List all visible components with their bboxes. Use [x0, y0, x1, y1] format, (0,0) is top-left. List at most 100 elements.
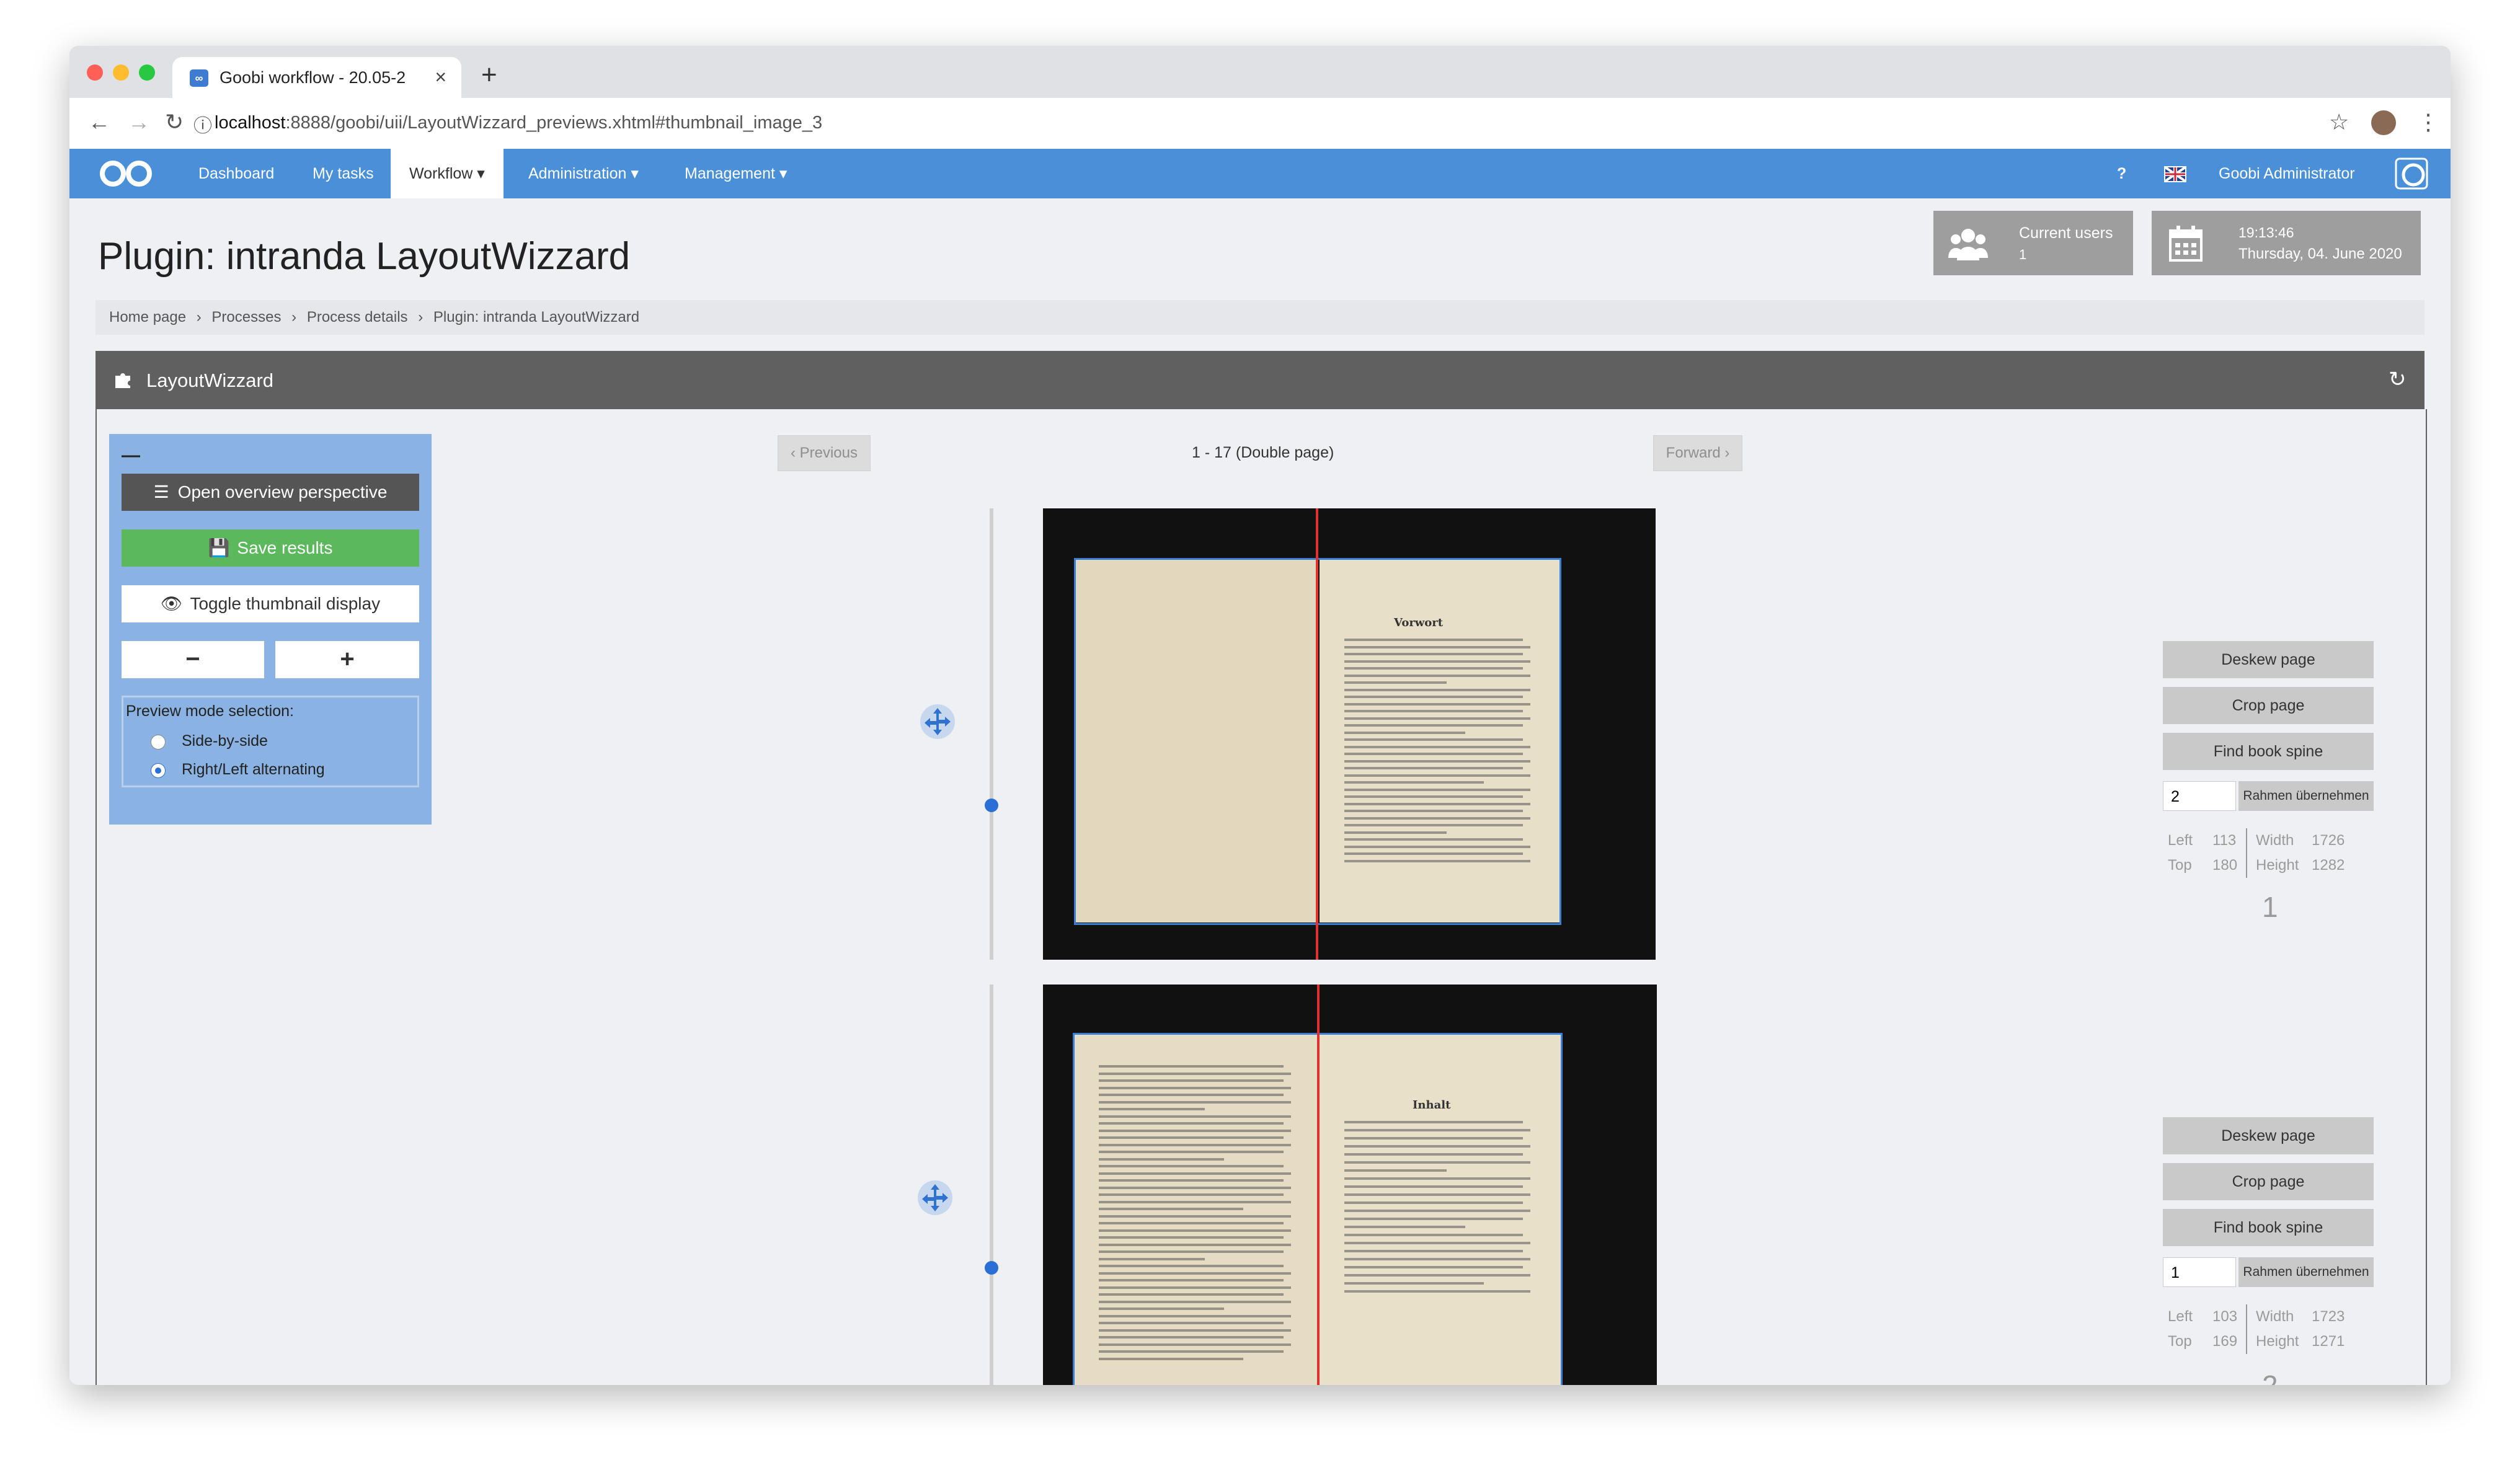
breadcrumb-process-details[interactable]: Process details [307, 309, 408, 325]
left-value: 103 [2212, 1308, 2238, 1325]
open-overview-label: Open overview perspective [177, 482, 388, 502]
toggle-thumbnail-label: Toggle thumbnail display [190, 594, 381, 613]
scan-image-1[interactable]: Vorwort [1043, 508, 1656, 960]
radio-right-left[interactable] [151, 763, 166, 778]
close-window-button[interactable] [87, 64, 103, 81]
toggle-thumbnail-button[interactable]: 👁 Toggle thumbnail display [122, 585, 419, 622]
bookmark-star-icon[interactable]: ☆ [2329, 109, 2349, 135]
url-field[interactable]: localhost:8888/goobi/uii/LayoutWizzard_p… [215, 113, 822, 133]
uk-flag-icon[interactable] [2164, 166, 2186, 182]
rotation-slider-handle[interactable] [985, 1261, 998, 1275]
goobi-favicon-icon: ∞ [190, 69, 208, 87]
site-info-icon[interactable]: ⓘ [193, 110, 212, 138]
apply-frame-button[interactable]: Rahmen übernehmen [2238, 781, 2374, 811]
width-label: Width [2256, 1308, 2294, 1325]
height-value: 1271 [2312, 1333, 2345, 1350]
url-host: localhost [215, 113, 286, 133]
forward-button[interactable]: Forward › [1653, 435, 1742, 471]
breadcrumb-home[interactable]: Home page [109, 309, 186, 325]
rotation-slider-handle[interactable] [985, 799, 998, 812]
collapse-icon[interactable]: — [122, 445, 140, 466]
page-count-input[interactable]: 1 [2163, 1257, 2236, 1287]
reload-button[interactable]: ↻ [165, 109, 184, 135]
breadcrumb: Home page › Processes › Process details … [95, 300, 2425, 335]
puzzle-icon [114, 371, 131, 391]
nav-administration[interactable]: Administration ▾ [528, 149, 639, 198]
preview-mode-group: Preview mode selection: Side-by-side Rig… [122, 696, 419, 787]
zoom-out-button[interactable]: − [122, 641, 264, 678]
users-icon [1948, 223, 1988, 266]
nav-workflow[interactable]: Workflow ▾ [391, 149, 504, 198]
left-label: Left [2168, 1308, 2193, 1325]
tab-close-icon[interactable]: × [435, 66, 446, 89]
page-content: Plugin: intranda LayoutWizzard Current u… [69, 198, 2451, 1385]
find-book-spine-button[interactable]: Find book spine [2163, 1209, 2374, 1246]
page-count-input[interactable]: 2 [2163, 781, 2236, 811]
nav-dashboard[interactable]: Dashboard [198, 149, 274, 198]
panel-title: LayoutWizzard [146, 370, 274, 391]
divider [2246, 1304, 2247, 1354]
refresh-icon[interactable]: ↻ [2389, 367, 2407, 392]
eye-icon: 👁 [160, 594, 183, 613]
forward-button[interactable]: → [128, 109, 150, 135]
breadcrumb-processes[interactable]: Processes [211, 309, 281, 325]
rotation-slider-track[interactable] [990, 508, 993, 960]
page-range-info: 1 - 17 (Double page) [1192, 444, 1334, 461]
goobi-logo-icon[interactable] [98, 159, 155, 192]
rotation-slider-track[interactable] [990, 985, 993, 1385]
profile-avatar[interactable] [2371, 110, 2396, 135]
current-users-count: 1 [2019, 247, 2027, 262]
top-label: Top [2168, 1333, 2192, 1350]
zoom-in-button[interactable]: + [275, 641, 419, 678]
breadcrumb-separator: › [291, 309, 297, 325]
move-icon[interactable] [919, 703, 956, 743]
datetime-box: 19:13:46 Thursday, 04. June 2020 [2152, 211, 2421, 275]
deskew-page-button[interactable]: Deskew page [2163, 641, 2374, 678]
current-date: Thursday, 04. June 2020 [2238, 246, 2402, 262]
book-spine-line[interactable] [1317, 985, 1320, 1385]
save-results-label: Save results [237, 538, 333, 557]
apply-frame-button[interactable]: Rahmen übernehmen [2238, 1257, 2374, 1287]
new-tab-button[interactable]: + [481, 60, 497, 91]
book-spine-line[interactable] [1316, 508, 1318, 960]
breadcrumb-current: Plugin: intranda LayoutWizzard [433, 309, 640, 325]
top-value: 169 [2212, 1333, 2238, 1350]
calendar-icon [2169, 226, 2203, 265]
user-menu[interactable]: Goobi Administrator [2219, 149, 2355, 198]
move-icon[interactable] [916, 1179, 954, 1219]
browser-tab[interactable]: ∞ Goobi workflow - 20.05-2 × [172, 57, 461, 98]
list-icon: ☰ [153, 482, 169, 502]
main-navbar: Dashboard My tasks Workflow ▾ Administra… [69, 149, 2451, 198]
width-value: 1726 [2312, 832, 2345, 849]
url-path: :8888/goobi/uii/LayoutWizzard_previews.x… [285, 113, 823, 133]
address-bar: ← → ↻ ⓘ localhost:8888/goobi/uii/LayoutW… [69, 98, 2451, 149]
divider [2246, 828, 2247, 878]
crop-page-button[interactable]: Crop page [2163, 1163, 2374, 1200]
left-value: 113 [2212, 832, 2237, 849]
save-icon: 💾 [208, 538, 230, 557]
browser-menu-icon[interactable]: ⋮ [2417, 109, 2439, 135]
height-label: Height [2256, 1333, 2299, 1350]
goobi-brand-icon [2395, 157, 2428, 190]
nav-management[interactable]: Management ▾ [685, 149, 787, 198]
layoutwizzard-panel-body: — ☰ Open overview perspective 💾 Save resul… [95, 409, 2427, 1385]
top-label: Top [2168, 857, 2192, 874]
deskew-page-button[interactable]: Deskew page [2163, 1117, 2374, 1154]
page-number: 2 [2262, 1369, 2278, 1385]
tab-strip: ∞ Goobi workflow - 20.05-2 × + [69, 46, 2451, 98]
radio-side-by-side[interactable] [151, 735, 166, 750]
top-value: 180 [2212, 857, 2238, 874]
find-book-spine-button[interactable]: Find book spine [2163, 733, 2374, 770]
scan-image-2[interactable]: Inhalt [1043, 985, 1657, 1385]
save-results-button[interactable]: 💾 Save results [122, 529, 419, 567]
tab-title: Goobi workflow - 20.05-2 [220, 68, 406, 87]
crop-page-button[interactable]: Crop page [2163, 687, 2374, 724]
open-overview-button[interactable]: ☰ Open overview perspective [122, 474, 419, 511]
radio-dot [155, 768, 161, 774]
back-button[interactable]: ← [88, 109, 110, 135]
previous-button[interactable]: ‹ Previous [778, 435, 871, 471]
help-icon[interactable]: ? [2117, 149, 2126, 198]
minimize-window-button[interactable] [113, 64, 129, 81]
nav-my-tasks[interactable]: My tasks [313, 149, 374, 198]
maximize-window-button[interactable] [139, 64, 155, 81]
